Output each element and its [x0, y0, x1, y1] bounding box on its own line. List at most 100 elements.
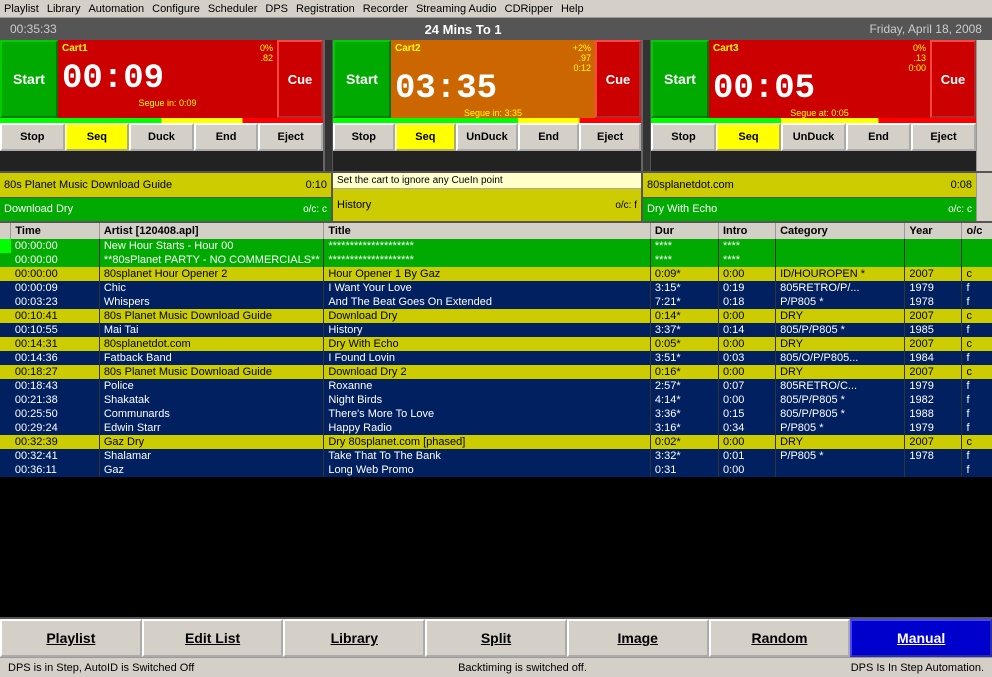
info-history-label: History — [337, 199, 371, 211]
cell-title: ******************** — [324, 239, 651, 253]
menu-dps[interactable]: DPS — [265, 3, 288, 15]
cart1-duck-button[interactable]: Duck — [129, 123, 194, 151]
cart3-stop-button[interactable]: Stop — [651, 123, 716, 151]
cell-oc: f — [962, 295, 992, 309]
header-title: Title — [324, 223, 651, 239]
cart3-seq-button[interactable]: Seq — [716, 123, 781, 151]
cell-cat: 805/P/P805 * — [776, 393, 905, 407]
cart1-val: .82 — [260, 53, 273, 63]
cell-time: 00:14:36 — [11, 351, 99, 365]
cart3-end-button[interactable]: End — [846, 123, 911, 151]
cart2-unduck-button[interactable]: UnDuck — [456, 123, 518, 151]
table-row[interactable]: 00:18:27 80s Planet Music Download Guide… — [0, 365, 992, 379]
table-row[interactable]: 00:00:00 **80sPlanet PARTY - NO COMMERCI… — [0, 253, 992, 267]
nav-split-button[interactable]: Split — [425, 619, 567, 657]
menu-recorder[interactable]: Recorder — [363, 3, 408, 15]
cell-dur: 0:09* — [650, 267, 718, 281]
cart3-label: Cart3 — [713, 43, 739, 54]
cart1-start-button[interactable]: Start — [0, 40, 58, 118]
table-row[interactable]: 00:00:00 New Hour Starts - Hour 00 *****… — [0, 239, 992, 253]
cell-artist: 80s Planet Music Download Guide — [99, 365, 324, 379]
cart1-cue-button[interactable]: Cue — [277, 40, 323, 118]
cart2-start-button[interactable]: Start — [333, 40, 391, 118]
cell-title: Hour Opener 1 By Gaz — [324, 267, 651, 281]
table-row[interactable]: 00:03:23 Whispers And The Beat Goes On E… — [0, 295, 992, 309]
cell-oc: c — [962, 365, 992, 379]
cell-intro: 0:01 — [718, 449, 775, 463]
menu-help[interactable]: Help — [561, 3, 584, 15]
menu-playlist[interactable]: Playlist — [4, 3, 39, 15]
nav-playlist-button[interactable]: Playlist — [0, 619, 142, 657]
cart2-seq-button[interactable]: Seq — [395, 123, 457, 151]
table-row[interactable]: 00:10:41 80s Planet Music Download Guide… — [0, 309, 992, 323]
info-left-row2-label: Download Dry — [4, 203, 287, 215]
cell-artist: Shakatak — [99, 393, 324, 407]
cell-year: 1978 — [905, 295, 962, 309]
menu-scheduler[interactable]: Scheduler — [208, 3, 258, 15]
table-row[interactable]: 00:29:24 Edwin Starr Happy Radio 3:16* 0… — [0, 421, 992, 435]
table-row[interactable]: 00:25:50 Communards There's More To Love… — [0, 407, 992, 421]
cart2-stop-button[interactable]: Stop — [333, 123, 395, 151]
cell-time: 00:36:11 — [11, 463, 99, 477]
cell-oc: f — [962, 323, 992, 337]
cell-oc — [962, 239, 992, 253]
cell-oc: c — [962, 435, 992, 449]
header-artist: Artist [120408.apl] — [99, 223, 324, 239]
nav-library-button[interactable]: Library — [283, 619, 425, 657]
cart1-stop-button[interactable]: Stop — [0, 123, 65, 151]
nav-manual-button[interactable]: Manual — [850, 619, 992, 657]
cart1-time: 00:09 — [62, 61, 273, 98]
cart2-cue-button[interactable]: Cue — [595, 40, 641, 118]
cell-cat: 805RETRO/P/... — [776, 281, 905, 295]
nav-image-button[interactable]: Image — [567, 619, 709, 657]
table-row[interactable]: 00:18:43 Police Roxanne 2:57* 0:07 805RE… — [0, 379, 992, 393]
cart3-cue-button[interactable]: Cue — [930, 40, 976, 118]
cart3-display: Cart3 0% .13 0:00 00:05 Segue at: 0:05 — [709, 40, 930, 118]
cell-title: Dry 80splanet.com [phased] — [324, 435, 651, 449]
table-row[interactable]: 00:14:36 Fatback Band I Found Lovin 3:51… — [0, 351, 992, 365]
table-row[interactable]: 00:21:38 Shakatak Night Birds 4:14* 0:00… — [0, 393, 992, 407]
cell-artist: **80sPlanet PARTY - NO COMMERCIALS** — [99, 253, 324, 267]
playlist-area[interactable]: Time Artist [120408.apl] Title Dur Intro… — [0, 223, 992, 617]
table-row[interactable]: 00:32:39 Gaz Dry Dry 80splanet.com [phas… — [0, 435, 992, 449]
cell-time: 00:29:24 — [11, 421, 99, 435]
cart3-unduck-button[interactable]: UnDuck — [781, 123, 846, 151]
cell-intro: 0:34 — [718, 421, 775, 435]
cart1-seq-button[interactable]: Seq — [65, 123, 130, 151]
menu-library[interactable]: Library — [47, 3, 81, 15]
menu-automation[interactable]: Automation — [88, 3, 144, 15]
cell-cat: 805RETRO/C... — [776, 379, 905, 393]
table-row[interactable]: 00:10:55 Mai Tai History 3:37* 0:14 805/… — [0, 323, 992, 337]
menu-cdripper[interactable]: CDRipper — [505, 3, 553, 15]
cell-artist: Chic — [99, 281, 324, 295]
cart3-eject-button[interactable]: Eject — [911, 123, 976, 151]
table-row[interactable]: 00:14:31 80splanetdot.com Dry With Echo … — [0, 337, 992, 351]
cell-intro: 0:19 — [718, 281, 775, 295]
nav-editlist-button[interactable]: Edit List — [142, 619, 284, 657]
cart2-end-button[interactable]: End — [518, 123, 580, 151]
cell-cat: DRY — [776, 435, 905, 449]
cell-artist: Edwin Starr — [99, 421, 324, 435]
table-row[interactable]: 00:00:00 80splanet Hour Opener 2 Hour Op… — [0, 267, 992, 281]
cell-dur: 0:31 — [650, 463, 718, 477]
cart2-eject-button[interactable]: Eject — [579, 123, 641, 151]
cell-artist: Gaz — [99, 463, 324, 477]
table-row[interactable]: 00:32:41 Shalamar Take That To The Bank … — [0, 449, 992, 463]
cart1-eject-button[interactable]: Eject — [258, 123, 323, 151]
table-row[interactable]: 00:36:11 Gaz Long Web Promo 0:31 0:00 f — [0, 463, 992, 477]
cart-players-row: Start Cart1 0% .82 00:09 Segue in: 0:09 … — [0, 40, 992, 173]
nav-random-button[interactable]: Random — [709, 619, 851, 657]
cell-oc: f — [962, 421, 992, 435]
cell-intro: **** — [718, 253, 775, 267]
menu-registration[interactable]: Registration — [296, 3, 355, 15]
menu-configure[interactable]: Configure — [152, 3, 200, 15]
menu-streaming[interactable]: Streaming Audio — [416, 3, 497, 15]
main-container: Playlist Library Automation Configure Sc… — [0, 0, 992, 677]
cart3-start-button[interactable]: Start — [651, 40, 709, 118]
cart1-end-button[interactable]: End — [194, 123, 259, 151]
cell-cat — [776, 463, 905, 477]
cell-time: 00:32:39 — [11, 435, 99, 449]
table-row[interactable]: 00:00:09 Chic I Want Your Love 3:15* 0:1… — [0, 281, 992, 295]
cart1-unit: Start Cart1 0% .82 00:09 Segue in: 0:09 … — [0, 40, 325, 171]
cell-dur: 0:02* — [650, 435, 718, 449]
